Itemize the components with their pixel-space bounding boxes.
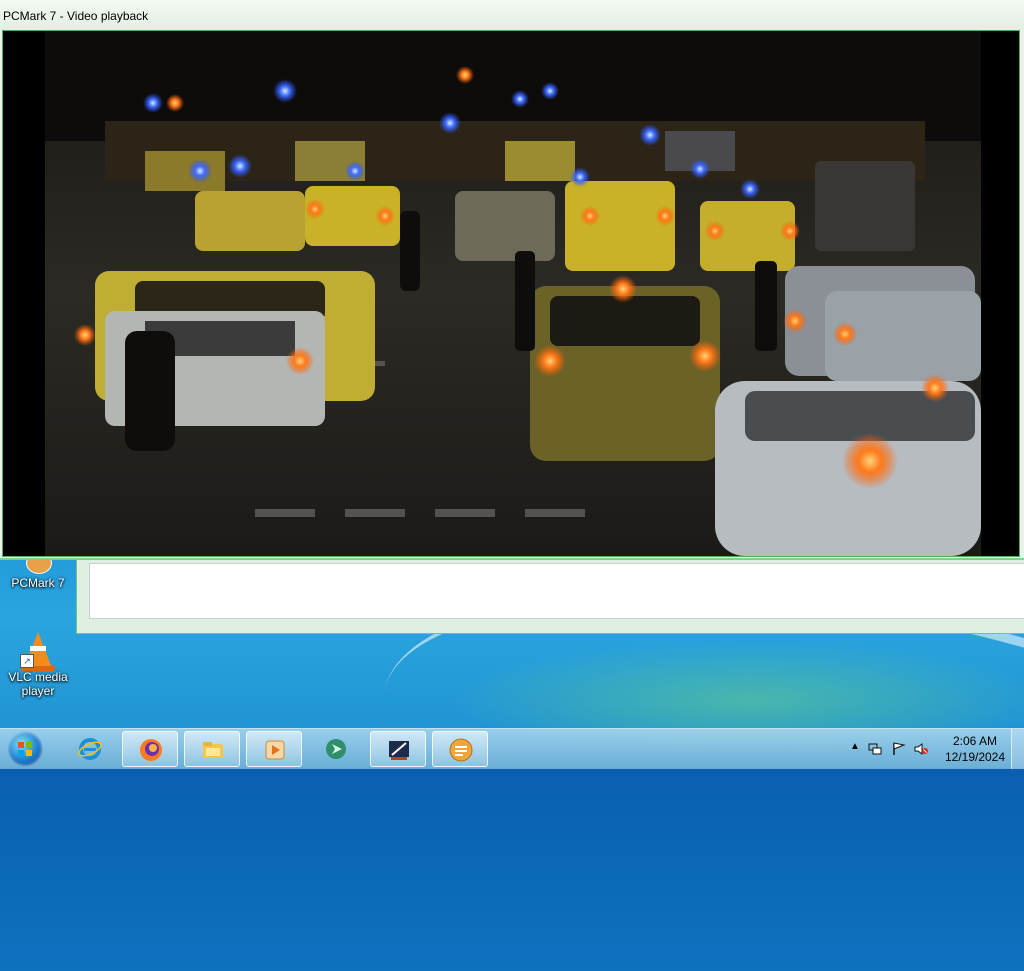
vlc-cone-icon: ↗ (20, 632, 56, 671)
desktop-icon-vlc[interactable]: ↗ VLC media player (2, 632, 74, 698)
taskbar-pcmark-button[interactable] (432, 731, 488, 767)
background-window-content (89, 563, 1024, 619)
graphics-icon (389, 741, 409, 760)
speaker-muted-icon[interactable] (914, 742, 928, 756)
pcmark-icon (449, 738, 473, 762)
desktop-icon-label: VLC media player (8, 670, 68, 698)
video-playback-window[interactable]: PCMark 7 - Video playback (0, 0, 1024, 560)
taskbar-clock[interactable]: 2:06 AM 12/19/2024 (940, 733, 1010, 765)
media-player-icon (265, 740, 285, 760)
background-window[interactable] (76, 556, 1024, 634)
taskbar-file-explorer-button[interactable] (184, 731, 240, 767)
shortcut-arrow-icon: ↗ (20, 654, 34, 668)
edge-like-arrow-icon (326, 739, 346, 759)
network-icon[interactable] (868, 742, 882, 756)
show-desktop-button[interactable] (1011, 729, 1024, 769)
window-titlebar[interactable]: PCMark 7 - Video playback (0, 0, 1024, 30)
video-content (45, 31, 981, 556)
desktop-icon-label: PCMark 7 (11, 576, 65, 590)
desktop-icon-pcmark[interactable]: PCMark 7 (2, 552, 74, 590)
taskbar-arrow-app-button[interactable] (308, 731, 364, 767)
pcmark-icon (20, 552, 56, 574)
video-scene-night-traffic (45, 31, 981, 556)
show-hidden-icons-chevron[interactable]: ▲ (850, 741, 864, 755)
taskbar-graphics-app-button[interactable] (370, 731, 426, 767)
taskbar-internet-explorer-button[interactable] (62, 731, 118, 767)
file-explorer-icon (203, 742, 223, 758)
clock-date: 12/19/2024 (944, 750, 1006, 764)
firefox-icon (140, 739, 162, 761)
window-title: PCMark 7 - Video playback (3, 9, 149, 23)
windows-start-icon[interactable] (7, 731, 43, 767)
clock-time: 2:06 AM (952, 734, 998, 748)
taskbar: ▲ 2:06 AM 12/19/2024 (0, 728, 1024, 769)
taskbar-media-player-button[interactable] (246, 731, 302, 767)
system-tray: ▲ 2:06 AM 12/19/2024 (844, 729, 1024, 769)
video-frame[interactable] (2, 30, 1020, 557)
taskbar-firefox-button[interactable] (122, 731, 178, 767)
action-center-flag-icon[interactable] (892, 742, 906, 756)
internet-explorer-icon (78, 738, 102, 760)
